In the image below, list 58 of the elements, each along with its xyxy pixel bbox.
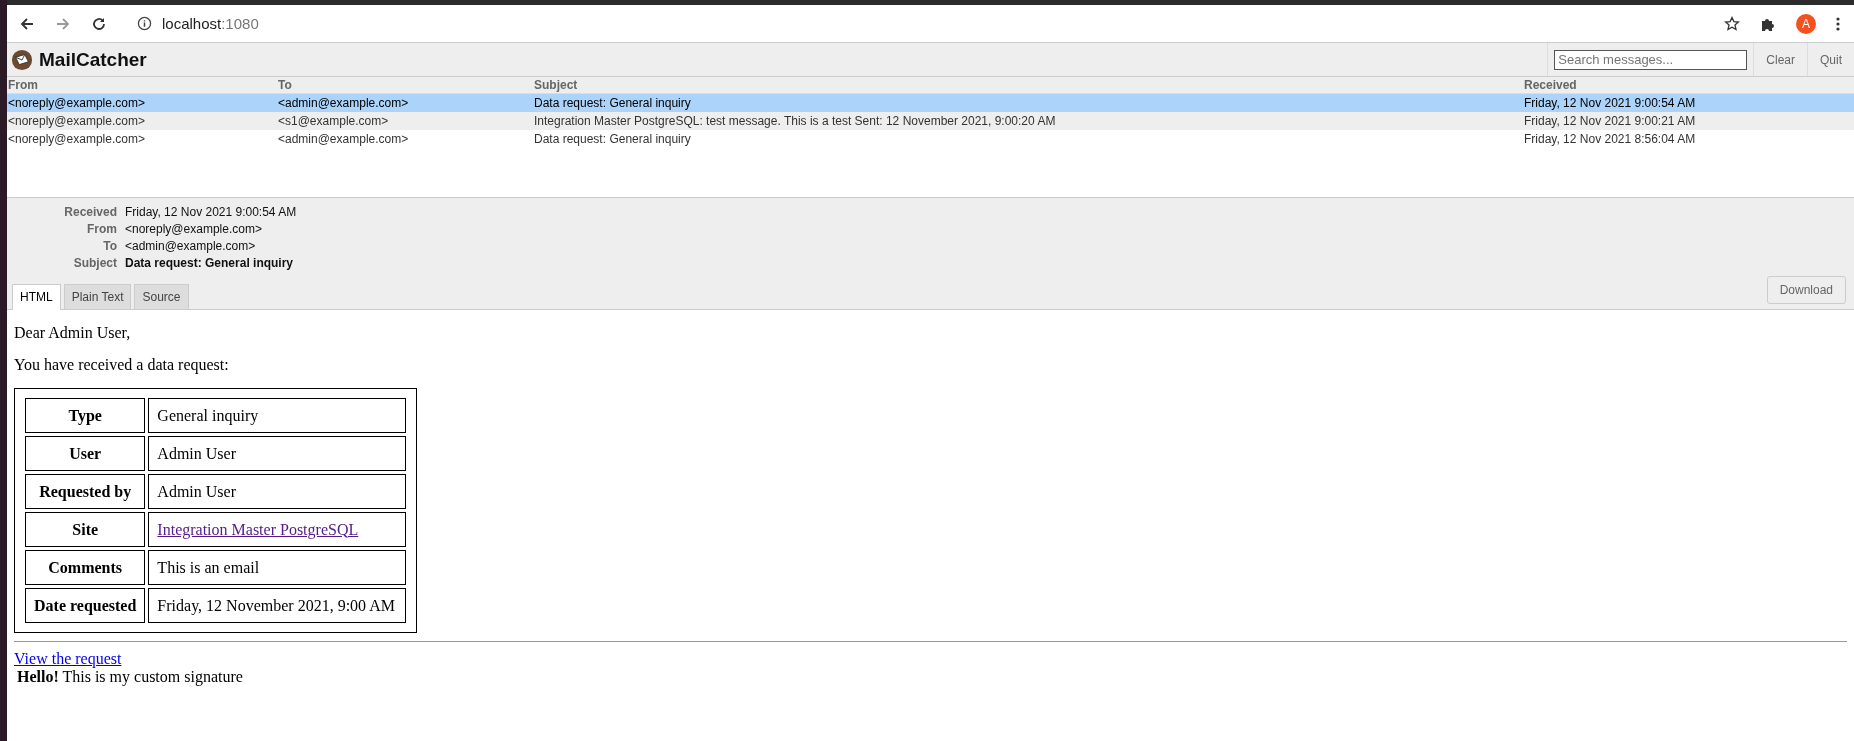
- message-row[interactable]: <noreply@example.com> <admin@example.com> Data request: General inquiry Friday, 12 Nov 2021 9:00:54 AM: [7, 94, 1854, 112]
- greeting-text: Dear Admin User,: [14, 324, 132, 342]
- field-label: From: [86, 222, 117, 236]
- table-header-cell: Site: [25, 512, 146, 547]
- info-icon: [137, 16, 152, 31]
- format-tab[interactable]: Plain Text: [63, 284, 132, 309]
- forward-icon[interactable]: [55, 15, 71, 32]
- url-host: localhost: [162, 15, 222, 32]
- table-header-cell: Type: [25, 398, 146, 433]
- recipient-text: <s1@example.com>: [278, 114, 390, 128]
- field-value: <noreply@example.com>: [125, 222, 263, 236]
- sender-text: <noreply@example.com>: [8, 114, 146, 128]
- recipient-text: <admin@example.com>: [278, 96, 410, 110]
- view-request-link[interactable]: View the request: [14, 650, 122, 667]
- field-label: To: [102, 239, 117, 253]
- table-header-cell: Requested by: [25, 474, 146, 509]
- url-port: :1080: [221, 15, 259, 32]
- app-title: MailCatcher: [39, 48, 147, 71]
- subject-text: Data request: General inquiry: [534, 132, 692, 146]
- sender-text: <noreply@example.com>: [8, 132, 146, 146]
- field-value: Friday, 12 Nov 2021 9:00:54 AM: [125, 205, 298, 219]
- column-header: To: [278, 78, 293, 92]
- table-header-cell: User: [25, 436, 146, 471]
- field-value: Data request: General inquiry: [125, 256, 295, 270]
- format-tab[interactable]: Source: [134, 284, 189, 309]
- table-header-cell: Date requested: [25, 588, 146, 623]
- column-header: Received: [1524, 78, 1578, 92]
- column-header: From: [8, 78, 39, 92]
- recipient-text: <admin@example.com>: [278, 132, 410, 146]
- back-icon[interactable]: [19, 15, 35, 32]
- intro-text: You have received a data request:: [14, 356, 230, 374]
- reload-icon[interactable]: [91, 15, 107, 32]
- format-tab[interactable]: HTML: [12, 284, 61, 310]
- download-button[interactable]: Download: [1766, 276, 1846, 304]
- table-cell: Admin User: [148, 474, 406, 509]
- table-cell: General inquiry: [148, 398, 406, 433]
- received-text: Friday, 12 Nov 2021 9:00:21 AM: [1524, 114, 1697, 128]
- search-field[interactable]: Search messages...: [1554, 49, 1748, 70]
- column-header: Subject: [534, 78, 579, 92]
- envelope-logo-icon: [11, 48, 33, 71]
- signature-text: Hello! This is my custom signature: [17, 668, 244, 686]
- subject-text: Data request: General inquiry: [534, 96, 692, 110]
- table-header-cell: Comments: [25, 550, 146, 585]
- address-bar[interactable]: localhost:1080: [137, 15, 259, 32]
- field-label: Subject: [72, 256, 117, 270]
- received-text: Friday, 12 Nov 2021 8:56:04 AM: [1524, 132, 1697, 146]
- table-cell: Admin User: [148, 436, 406, 471]
- field-label: Received: [63, 205, 117, 219]
- sender-text: <noreply@example.com>: [8, 96, 146, 110]
- subject-text: Integration Master PostgreSQL: test message. This is a test Sent: 12 November 2021, 9:00:20 AM: [534, 114, 1057, 128]
- received-text: Friday, 12 Nov 2021 9:00:54 AM: [1524, 96, 1697, 110]
- table-cell: Friday, 12 November 2021, 9:00 AM: [148, 588, 406, 623]
- table-cell: This is an email: [148, 550, 406, 585]
- more-icon[interactable]: [1836, 15, 1840, 32]
- message-row[interactable]: <noreply@example.com> <s1@example.com> Integration Master PostgreSQL: test message. This is a test Sent: 12 November 2021, 9:00:20 AM Friday, 12 Nov 2021 9:00:21 AM: [7, 112, 1854, 130]
- field-value: <admin@example.com>: [125, 239, 257, 253]
- star-icon[interactable]: [1724, 15, 1740, 32]
- site-link[interactable]: Integration Master PostgreSQL: [157, 520, 359, 538]
